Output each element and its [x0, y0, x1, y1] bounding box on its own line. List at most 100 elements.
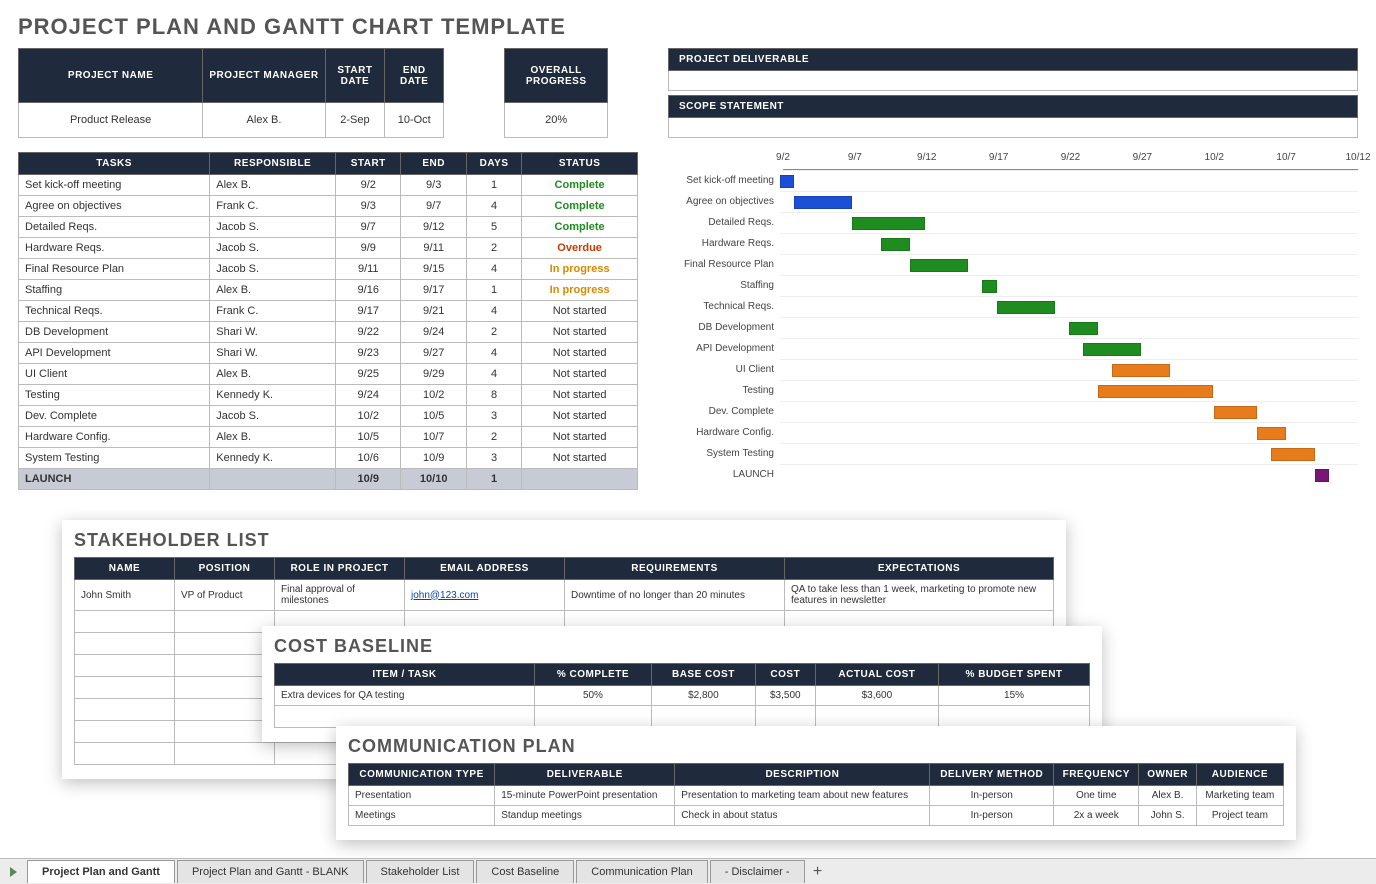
cost-cell[interactable]: 15% — [939, 686, 1090, 706]
task-cell[interactable]: 4 — [466, 301, 521, 322]
task-row[interactable]: Dev. CompleteJacob S.10/210/53Not starte… — [19, 406, 638, 427]
sheet-tab[interactable]: Project Plan and Gantt — [27, 860, 175, 883]
task-cell[interactable]: 9/9 — [336, 238, 401, 259]
task-cell[interactable]: Staffing — [19, 280, 210, 301]
gantt-bar[interactable] — [1257, 427, 1286, 440]
comm-cell[interactable]: Meetings — [349, 806, 495, 826]
task-row[interactable]: StaffingAlex B.9/169/171In progress — [19, 280, 638, 301]
stake-role[interactable]: Final approval of milestones — [275, 580, 405, 611]
task-cell[interactable]: 9/21 — [401, 301, 466, 322]
task-cell[interactable]: LAUNCH — [19, 469, 210, 490]
comm-cell[interactable]: In-person — [930, 806, 1054, 826]
task-cell[interactable]: Frank C. — [210, 196, 336, 217]
task-cell[interactable]: Not started — [522, 364, 638, 385]
task-cell[interactable]: Hardware Config. — [19, 427, 210, 448]
task-cell[interactable]: UI Client — [19, 364, 210, 385]
task-cell[interactable]: 10/5 — [336, 427, 401, 448]
task-cell[interactable]: API Development — [19, 343, 210, 364]
task-cell[interactable]: Alex B. — [210, 175, 336, 196]
task-cell[interactable]: 4 — [466, 259, 521, 280]
task-cell[interactable]: 9/7 — [401, 196, 466, 217]
comm-cell[interactable]: Standup meetings — [495, 806, 675, 826]
task-cell[interactable]: 10/9 — [401, 448, 466, 469]
task-cell[interactable] — [522, 469, 638, 490]
task-cell[interactable]: Not started — [522, 448, 638, 469]
task-cell[interactable]: Jacob S. — [210, 259, 336, 280]
task-cell[interactable]: Jacob S. — [210, 217, 336, 238]
comm-cell[interactable]: Project team — [1196, 806, 1283, 826]
task-cell[interactable]: 3 — [466, 406, 521, 427]
task-cell[interactable]: Not started — [522, 406, 638, 427]
task-cell[interactable]: 9/11 — [401, 238, 466, 259]
val-scope-statement[interactable] — [669, 118, 1358, 138]
comm-cell[interactable]: 2x a week — [1054, 806, 1139, 826]
task-cell[interactable]: 9/29 — [401, 364, 466, 385]
stake-position[interactable]: VP of Product — [175, 580, 275, 611]
val-project-deliverable[interactable] — [669, 71, 1358, 91]
task-cell[interactable]: 2 — [466, 427, 521, 448]
gantt-bar[interactable] — [1315, 469, 1329, 482]
task-cell[interactable]: Jacob S. — [210, 406, 336, 427]
task-cell[interactable]: 9/24 — [336, 385, 401, 406]
task-cell[interactable]: 4 — [466, 343, 521, 364]
val-overall-progress[interactable]: 20% — [505, 103, 608, 138]
stake-email-cell[interactable]: john@123.com — [405, 580, 565, 611]
task-cell[interactable]: Not started — [522, 301, 638, 322]
add-sheet-button[interactable]: + — [807, 863, 829, 881]
task-cell[interactable]: 9/24 — [401, 322, 466, 343]
task-cell[interactable]: Shari W. — [210, 322, 336, 343]
task-cell[interactable]: Complete — [522, 196, 638, 217]
cost-cell[interactable]: $3,600 — [815, 686, 938, 706]
task-cell[interactable]: 4 — [466, 196, 521, 217]
task-cell[interactable]: 5 — [466, 217, 521, 238]
task-cell[interactable]: 10/5 — [401, 406, 466, 427]
task-cell[interactable] — [210, 469, 336, 490]
task-cell[interactable]: Dev. Complete — [19, 406, 210, 427]
task-cell[interactable]: System Testing — [19, 448, 210, 469]
stake-exp[interactable]: QA to take less than 1 week, marketing t… — [785, 580, 1054, 611]
task-row[interactable]: Set kick-off meetingAlex B.9/29/31Comple… — [19, 175, 638, 196]
gantt-bar[interactable] — [982, 280, 996, 293]
val-project-name[interactable]: Product Release — [19, 103, 203, 138]
task-cell[interactable]: Frank C. — [210, 301, 336, 322]
comm-cell[interactable]: Presentation — [349, 786, 495, 806]
task-cell[interactable]: 2 — [466, 238, 521, 259]
task-cell[interactable]: 9/12 — [401, 217, 466, 238]
task-row[interactable]: LAUNCH10/910/101 — [19, 469, 638, 490]
task-row[interactable]: TestingKennedy K.9/2410/28Not started — [19, 385, 638, 406]
comm-cell[interactable]: John S. — [1139, 806, 1196, 826]
task-cell[interactable]: 9/15 — [401, 259, 466, 280]
comm-cell[interactable]: In-person — [930, 786, 1054, 806]
task-cell[interactable]: 10/10 — [401, 469, 466, 490]
task-cell[interactable]: Alex B. — [210, 280, 336, 301]
task-row[interactable]: DB DevelopmentShari W.9/229/242Not start… — [19, 322, 638, 343]
task-cell[interactable]: Shari W. — [210, 343, 336, 364]
task-cell[interactable]: 10/2 — [336, 406, 401, 427]
cost-cell[interactable]: Extra devices for QA testing — [275, 686, 535, 706]
comm-row[interactable]: Presentation15-minute PowerPoint present… — [349, 786, 1284, 806]
task-cell[interactable]: Not started — [522, 322, 638, 343]
task-cell[interactable]: 9/3 — [336, 196, 401, 217]
task-cell[interactable]: 10/7 — [401, 427, 466, 448]
task-cell[interactable]: 10/6 — [336, 448, 401, 469]
task-cell[interactable]: Alex B. — [210, 427, 336, 448]
sheet-tab[interactable]: - Disclaimer - — [710, 860, 805, 883]
task-cell[interactable]: 3 — [466, 448, 521, 469]
comm-cell[interactable]: Marketing team — [1196, 786, 1283, 806]
task-cell[interactable]: Set kick-off meeting — [19, 175, 210, 196]
task-row[interactable]: System TestingKennedy K.10/610/93Not sta… — [19, 448, 638, 469]
task-cell[interactable]: Jacob S. — [210, 238, 336, 259]
task-row[interactable]: Technical Reqs.Frank C.9/179/214Not star… — [19, 301, 638, 322]
task-cell[interactable]: 9/17 — [336, 301, 401, 322]
comm-row[interactable]: MeetingsStandup meetingsCheck in about s… — [349, 806, 1284, 826]
task-cell[interactable]: Alex B. — [210, 364, 336, 385]
task-cell[interactable]: 9/16 — [336, 280, 401, 301]
gantt-bar[interactable] — [1069, 322, 1098, 335]
task-cell[interactable]: 10/2 — [401, 385, 466, 406]
gantt-bar[interactable] — [881, 238, 910, 251]
stake-reqs[interactable]: Downtime of no longer than 20 minutes — [565, 580, 785, 611]
task-row[interactable]: Final Resource PlanJacob S.9/119/154In p… — [19, 259, 638, 280]
comm-cell[interactable]: Presentation to marketing team about new… — [675, 786, 930, 806]
sheet-tab[interactable]: Communication Plan — [576, 860, 708, 883]
gantt-bar[interactable] — [997, 301, 1055, 314]
